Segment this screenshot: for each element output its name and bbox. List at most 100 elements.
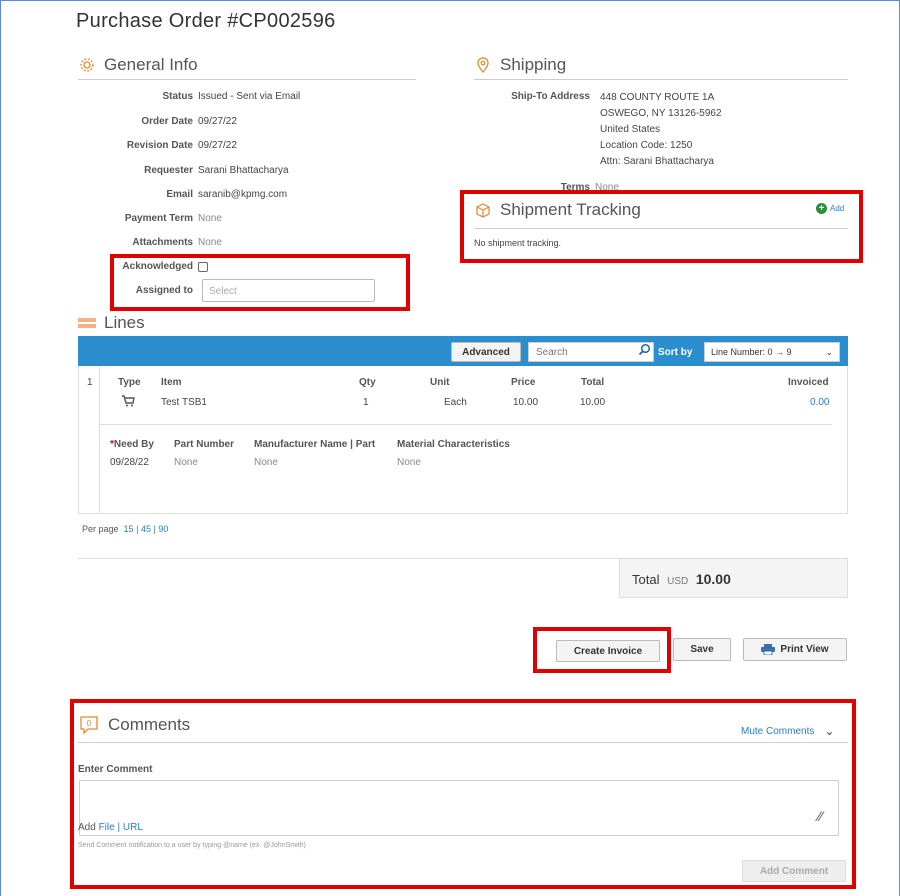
requester-field: Requester Sarani Bhattacharya [68,165,289,176]
add-tracking-label: Add [830,204,845,213]
per-page-label: Per page [82,524,119,534]
per-page-separator: | [136,524,139,534]
material-value: None [397,457,421,468]
col-unit: Unit [430,377,450,388]
per-page: Per page 15 | 45 | 90 [82,524,168,534]
lines-header: Lines [78,313,378,337]
shipping-heading: Shipping [500,55,567,74]
revision-date-value: 09/27/22 [198,140,237,151]
chevron-down-icon: ⌄ [824,724,835,738]
create-invoice-button[interactable]: Create Invoice [556,640,660,662]
attachments-value: None [198,237,222,248]
email-label: Email [166,189,193,200]
sort-select[interactable]: Line Number: 0 → 9 ⌄ [704,342,840,362]
order-date-value: 09/27/22 [198,116,237,127]
email-value: saranib@kpmg.com [198,189,288,200]
save-button[interactable]: Save [673,638,731,661]
resize-icon[interactable]: ⁄⁄ [818,808,823,824]
print-view-button[interactable]: Print View [743,638,847,661]
status-value: Issued - Sent via Email [198,91,301,102]
col-type: Type [118,377,141,388]
comment-textarea[interactable] [79,780,839,836]
mute-comments-toggle[interactable]: Mute Comments ⌄ [741,724,834,738]
lines-search-input[interactable]: Search [528,342,654,362]
per-page-15[interactable]: 15 [124,524,134,534]
sub-col-part-number: Part Number [174,439,235,450]
plus-icon: + [816,203,827,214]
terms-label: Terms [560,182,590,193]
search-icon[interactable] [638,343,651,361]
assigned-to-label: Assigned to [135,285,193,296]
manufacturer-value: None [254,457,278,468]
location-pin-icon [474,56,492,74]
terms-value: None [595,182,619,193]
order-date-field: Order Date 09/27/22 [68,116,237,127]
comment-count-badge: 0 [87,719,92,728]
address-line: OSWEGO, NY 13126-5962 [600,108,722,119]
box-icon [474,201,492,219]
line-price: 10.00 [513,397,539,408]
sub-col-manufacturer: Manufacturer Name | Part [254,439,376,450]
ship-to-address: 448 COUNTY ROUTE 1A OSWEGO, NY 13126-596… [600,90,722,170]
add-url-link[interactable]: URL [123,822,143,833]
add-label: Add [78,822,96,833]
line-unit: Each [444,397,467,408]
sub-col-need-by: *Need By [110,439,154,450]
address-line: United States [600,124,661,135]
row-divider [100,424,832,425]
col-item: Item [161,377,182,388]
total-amount: 10.00 [695,571,731,587]
lines-heading: Lines [104,313,145,332]
col-price: Price [511,377,536,388]
add-file-link[interactable]: File [99,822,115,833]
row-number: 1 [87,377,93,388]
line-qty: 1 [363,397,369,408]
row-number-column [78,366,100,514]
shipping-header: Shipping [474,55,848,80]
attachments-field: Attachments None [68,237,222,248]
shipment-tracking-heading: Shipment Tracking [500,200,641,219]
mute-comments-label: Mute Comments [741,725,815,737]
acknowledged-checkbox[interactable] [198,262,208,272]
col-qty: Qty [359,377,376,388]
totals-divider [78,558,619,559]
need-by-label: Need By [113,439,154,450]
general-info-heading: General Info [104,55,198,74]
per-page-45[interactable]: 45 [141,524,151,534]
enter-comment-label: Enter Comment [78,764,153,775]
address-line: Attn: Sarani Bhattacharya [600,156,714,167]
line-total: 10.00 [580,397,606,408]
comments-header: 0 Comments [78,714,848,743]
status-field: Status Issued - Sent via Email [68,91,300,102]
address-line: 448 COUNTY ROUTE 1A [600,92,715,103]
address-line: Location Code: 1250 [600,140,693,151]
payment-term-field: Payment Term None [68,213,222,224]
per-page-90[interactable]: 90 [158,524,168,534]
assigned-to-select[interactable]: Select [202,279,375,302]
ship-to-field: Ship-To Address [465,91,595,102]
comment-hint: Send Comment notification to a user by t… [78,842,306,849]
lines-icon [78,314,96,332]
no-tracking-text: No shipment tracking. [474,238,562,248]
ship-to-label: Ship-To Address [511,91,590,102]
add-comment-button[interactable]: Add Comment [742,860,846,882]
add-attachment: Add File | URL [78,822,143,833]
gear-icon [78,56,96,74]
col-total: Total [581,377,605,388]
comment-icon: 0 [78,714,100,736]
total-currency: USD [667,576,689,587]
general-info-header: General Info [78,55,416,80]
print-view-label: Print View [780,644,829,655]
line-invoiced[interactable]: 0.00 [810,397,829,408]
total-box: Total USD 10.00 [619,558,848,598]
revision-date-label: Revision Date [126,140,193,151]
part-number-value: None [174,457,198,468]
link-separator: | [117,822,121,833]
order-date-label: Order Date [141,116,193,127]
add-tracking-button[interactable]: + Add [816,203,844,214]
attachments-label: Attachments [132,237,193,248]
per-page-separator: | [153,524,156,534]
assigned-to-field: Assigned to [68,285,198,296]
advanced-button[interactable]: Advanced [451,342,521,362]
sort-by-label: Sort by [658,347,693,358]
